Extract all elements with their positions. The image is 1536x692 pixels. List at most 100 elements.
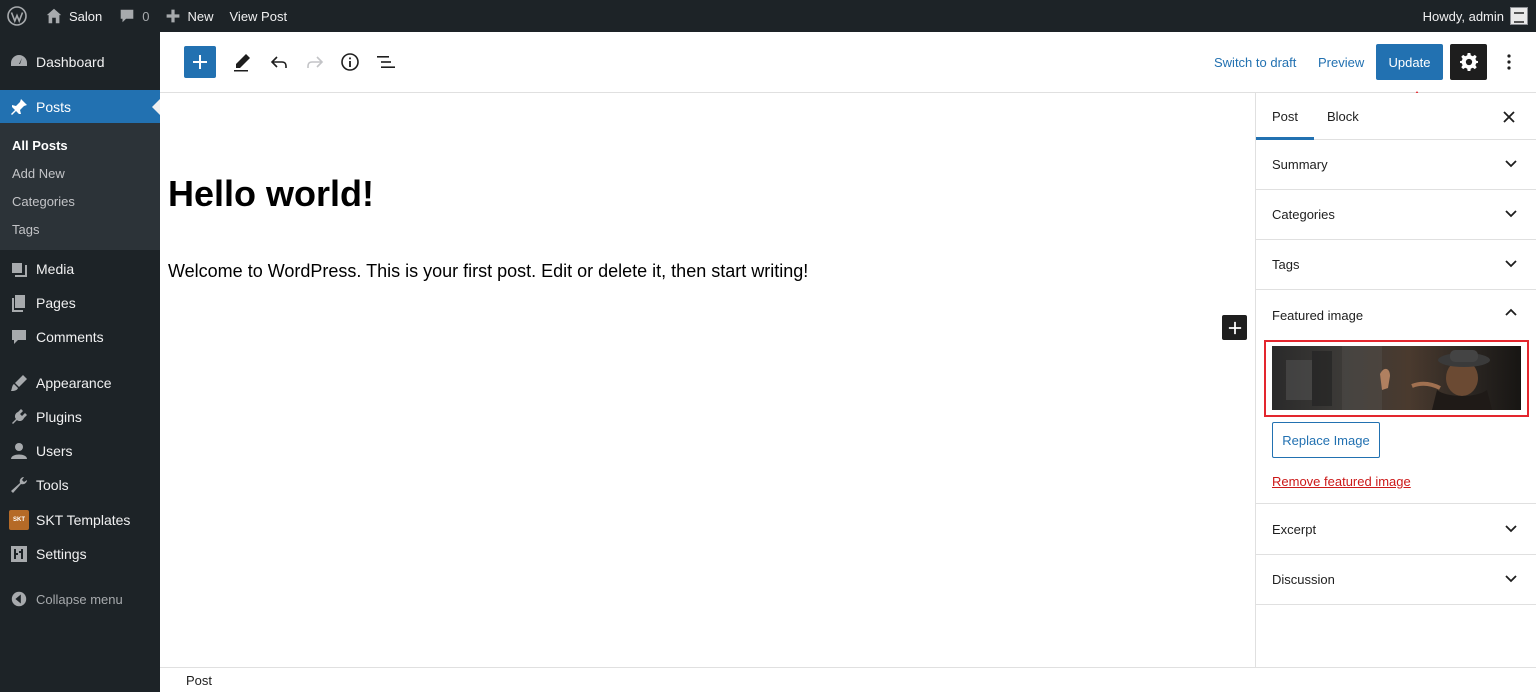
submenu-add-new[interactable]: Add New bbox=[12, 166, 65, 181]
update-button[interactable]: Update bbox=[1376, 44, 1443, 80]
comments-count: 0 bbox=[142, 8, 150, 24]
plugin-icon bbox=[9, 407, 29, 427]
vertical-ellipsis-icon bbox=[1507, 54, 1511, 70]
sidebar-item-appearance[interactable]: Appearance bbox=[0, 366, 160, 400]
chevron-down-icon bbox=[1505, 210, 1517, 218]
skt-logo: SKT bbox=[9, 510, 29, 530]
tab-post[interactable]: Post bbox=[1256, 93, 1314, 140]
dashboard-icon bbox=[9, 52, 29, 72]
submenu-tags[interactable]: Tags bbox=[12, 222, 39, 237]
list-view-button[interactable] bbox=[371, 47, 401, 77]
breadcrumb[interactable]: Post bbox=[186, 673, 212, 688]
posts-submenu: All Posts Add New Categories Tags bbox=[0, 123, 160, 250]
tools-button[interactable] bbox=[227, 47, 257, 77]
comment-icon bbox=[9, 327, 29, 347]
settings-sliders-icon bbox=[9, 544, 29, 564]
panel-discussion-toggle[interactable]: Discussion bbox=[1256, 555, 1536, 605]
featured-image-preview[interactable] bbox=[1272, 346, 1521, 410]
panel-title: Excerpt bbox=[1272, 522, 1317, 537]
pencil-icon bbox=[234, 54, 250, 72]
more-options-button[interactable] bbox=[1497, 47, 1521, 77]
block-inserter-toggle[interactable] bbox=[184, 46, 216, 78]
plus-icon bbox=[1228, 321, 1241, 334]
sidebar-item-label: Tools bbox=[36, 477, 69, 493]
submenu-all-posts[interactable]: All Posts bbox=[12, 138, 68, 153]
switch-to-draft-button[interactable]: Switch to draft bbox=[1214, 55, 1296, 70]
sidebar-item-pages[interactable]: Pages bbox=[0, 286, 160, 320]
chevron-down-icon bbox=[1505, 160, 1517, 168]
panel-title: Summary bbox=[1272, 157, 1328, 172]
wrench-icon bbox=[9, 475, 29, 495]
media-icon bbox=[9, 259, 29, 279]
user-icon bbox=[9, 441, 29, 461]
site-name-link[interactable]: Salon bbox=[37, 0, 110, 32]
add-block-button[interactable] bbox=[1222, 315, 1247, 340]
skt-logo-icon: SKT bbox=[9, 510, 29, 530]
pin-icon bbox=[9, 97, 29, 117]
settings-sidebar: Post Block Summary Categories Tags Featu… bbox=[1255, 93, 1536, 667]
panel-tags-toggle[interactable]: Tags bbox=[1256, 240, 1536, 290]
redo-icon bbox=[307, 56, 324, 68]
howdy-label: Howdy, admin bbox=[1422, 8, 1504, 24]
admin-sidebar: Dashboard Posts All Posts Add New Catego… bbox=[0, 32, 160, 692]
sidebar-item-label: Plugins bbox=[36, 409, 82, 425]
sidebar-item-dashboard[interactable]: Dashboard bbox=[0, 45, 160, 79]
sidebar-item-comments[interactable]: Comments bbox=[0, 320, 160, 354]
replace-image-button[interactable]: Replace Image bbox=[1272, 422, 1380, 458]
redo-button[interactable] bbox=[300, 47, 330, 77]
panel-title: Discussion bbox=[1272, 572, 1335, 587]
sidebar-item-label: Appearance bbox=[36, 375, 112, 391]
panel-title: Featured image bbox=[1272, 307, 1364, 323]
editor-canvas: Hello world! Welcome to WordPress. This … bbox=[160, 93, 1255, 667]
comments-link[interactable]: 0 bbox=[110, 0, 157, 32]
collapse-menu-label: Collapse menu bbox=[36, 591, 123, 607]
collapse-arrow-icon bbox=[9, 589, 29, 609]
sidebar-item-label: Pages bbox=[36, 295, 76, 311]
submenu-categories[interactable]: Categories bbox=[12, 194, 75, 209]
sidebar-item-media[interactable]: Media bbox=[0, 252, 160, 286]
list-view-icon bbox=[377, 56, 395, 68]
sidebar-item-posts[interactable]: Posts bbox=[0, 90, 160, 123]
close-settings-button[interactable] bbox=[1497, 105, 1521, 129]
chevron-down-icon bbox=[1505, 260, 1517, 268]
tab-block[interactable]: Block bbox=[1311, 93, 1375, 140]
details-button[interactable] bbox=[335, 47, 365, 77]
sidebar-item-plugins[interactable]: Plugins bbox=[0, 400, 160, 434]
sidebar-item-label: Users bbox=[36, 443, 73, 459]
brush-icon bbox=[9, 373, 29, 393]
info-icon bbox=[341, 53, 359, 71]
paragraph-block[interactable]: Welcome to WordPress. This is your first… bbox=[168, 261, 808, 282]
sidebar-item-label: Settings bbox=[36, 546, 87, 562]
post-title[interactable]: Hello world! bbox=[168, 173, 374, 215]
undo-icon bbox=[270, 56, 287, 68]
panel-featured-image-toggle[interactable]: Featured image bbox=[1256, 290, 1536, 340]
panel-summary-toggle[interactable]: Summary bbox=[1256, 140, 1536, 190]
sidebar-item-users[interactable]: Users bbox=[0, 434, 160, 468]
sidebar-item-label: Comments bbox=[36, 329, 104, 345]
settings-toggle-button[interactable] bbox=[1450, 44, 1487, 80]
sidebar-item-label: SKT Templates bbox=[36, 512, 131, 528]
my-account[interactable]: Howdy, admin bbox=[1423, 7, 1536, 25]
remove-featured-image-link[interactable]: Remove featured image bbox=[1272, 474, 1411, 489]
sidebar-item-tools[interactable]: Tools bbox=[0, 468, 160, 502]
collapse-menu-button[interactable]: Collapse menu bbox=[0, 582, 160, 616]
featured-image-panel: Replace Image Remove featured image bbox=[1256, 340, 1536, 504]
preview-button[interactable]: Preview bbox=[1318, 55, 1364, 70]
featured-photo-image bbox=[1272, 346, 1521, 410]
new-content-link[interactable]: New bbox=[157, 0, 221, 32]
view-post-link[interactable]: View Post bbox=[222, 0, 296, 32]
admin-bar: Salon 0 New View Post Howdy, admin bbox=[0, 0, 1536, 32]
block-breadcrumb-footer: Post bbox=[160, 667, 1536, 692]
chevron-down-icon bbox=[1505, 525, 1517, 533]
chevron-down-icon bbox=[1505, 575, 1517, 583]
panel-excerpt-toggle[interactable]: Excerpt bbox=[1256, 505, 1536, 555]
editor-header: Switch to draft Preview Update bbox=[160, 32, 1536, 93]
sidebar-item-settings[interactable]: Settings bbox=[0, 537, 160, 571]
wordpress-logo-button[interactable] bbox=[0, 0, 37, 32]
panel-categories-toggle[interactable]: Categories bbox=[1256, 190, 1536, 240]
wordpress-logo-icon bbox=[7, 6, 27, 26]
comment-bubble-icon bbox=[120, 9, 134, 23]
undo-button[interactable] bbox=[264, 47, 294, 77]
plus-icon bbox=[167, 9, 180, 23]
sidebar-item-skt-templates[interactable]: SKT SKT Templates bbox=[0, 503, 160, 537]
